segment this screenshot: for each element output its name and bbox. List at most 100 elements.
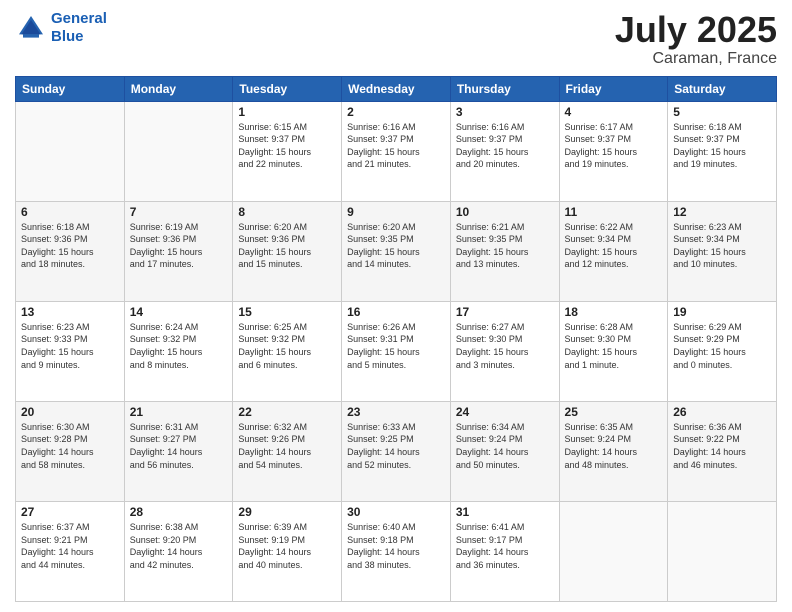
calendar-cell: 14Sunrise: 6:24 AM Sunset: 9:32 PM Dayli… bbox=[124, 301, 233, 401]
day-number: 3 bbox=[456, 105, 554, 119]
day-number: 17 bbox=[456, 305, 554, 319]
day-number: 25 bbox=[565, 405, 663, 419]
day-info: Sunrise: 6:41 AM Sunset: 9:17 PM Dayligh… bbox=[456, 521, 554, 571]
calendar-cell: 26 Sunrise: 6:36 AM Sunset: 9:22 PM Dayli… bbox=[668, 401, 777, 501]
day-info: Sunrise: 6:28 AM Sunset: 9:30 PM Dayligh… bbox=[565, 321, 663, 371]
day-number: 16 bbox=[347, 305, 445, 319]
weekday-header-row: SundayMondayTuesdayWednesdayThursdayFrid… bbox=[16, 76, 777, 101]
calendar-cell: 20Sunrise: 6:30 AM Sunset: 9:28 PM Dayli… bbox=[16, 401, 125, 501]
day-info: Sunrise: 6:32 AM Sunset: 9:26 PM Dayligh… bbox=[238, 421, 336, 471]
calendar-cell: 2 Sunrise: 6:16 AM Sunset: 9:37 PM Daylig… bbox=[342, 101, 451, 201]
calendar-cell: 21 Sunrise: 6:31 AM Sunset: 9:27 PM Dayli… bbox=[124, 401, 233, 501]
day-number: 18 bbox=[565, 305, 663, 319]
calendar-cell bbox=[16, 101, 125, 201]
calendar-cell bbox=[559, 501, 668, 601]
day-info: Sunrise: 6:40 AM Sunset: 9:18 PM Dayligh… bbox=[347, 521, 445, 571]
logo-text: General Blue bbox=[51, 10, 107, 46]
calendar-cell: 7 Sunrise: 6:19 AM Sunset: 9:36 PM Daylig… bbox=[124, 201, 233, 301]
day-info: Sunrise: 6:24 AM Sunset: 9:32 PM Dayligh… bbox=[130, 321, 228, 371]
calendar-cell: 28 Sunrise: 6:38 AM Sunset: 9:20 PM Dayli… bbox=[124, 501, 233, 601]
location-title: Caraman, France bbox=[615, 50, 777, 68]
calendar-cell: 4 Sunrise: 6:17 AM Sunset: 9:37 PM Daylig… bbox=[559, 101, 668, 201]
calendar-cell: 1 Sunrise: 6:15 AM Sunset: 9:37 PM Daylig… bbox=[233, 101, 342, 201]
week-row-4: 20Sunrise: 6:30 AM Sunset: 9:28 PM Dayli… bbox=[16, 401, 777, 501]
day-number: 15 bbox=[238, 305, 336, 319]
day-number: 5 bbox=[673, 105, 771, 119]
calendar-cell: 17 Sunrise: 6:27 AM Sunset: 9:30 PM Dayli… bbox=[450, 301, 559, 401]
day-info: Sunrise: 6:22 AM Sunset: 9:34 PM Dayligh… bbox=[565, 221, 663, 271]
calendar-cell: 18 Sunrise: 6:28 AM Sunset: 9:30 PM Dayli… bbox=[559, 301, 668, 401]
day-info: Sunrise: 6:20 AM Sunset: 9:35 PM Dayligh… bbox=[347, 221, 445, 271]
week-row-2: 6 Sunrise: 6:18 AM Sunset: 9:36 PM Daylig… bbox=[16, 201, 777, 301]
day-number: 2 bbox=[347, 105, 445, 119]
calendar-cell: 13Sunrise: 6:23 AM Sunset: 9:33 PM Dayli… bbox=[16, 301, 125, 401]
weekday-header-sunday: Sunday bbox=[16, 76, 125, 101]
day-info: Sunrise: 6:39 AM Sunset: 9:19 PM Dayligh… bbox=[238, 521, 336, 571]
weekday-header-tuesday: Tuesday bbox=[233, 76, 342, 101]
day-info: Sunrise: 6:26 AM Sunset: 9:31 PM Dayligh… bbox=[347, 321, 445, 371]
day-number: 26 bbox=[673, 405, 771, 419]
day-info: Sunrise: 6:19 AM Sunset: 9:36 PM Dayligh… bbox=[130, 221, 228, 271]
weekday-header-thursday: Thursday bbox=[450, 76, 559, 101]
day-info: Sunrise: 6:36 AM Sunset: 9:22 PM Dayligh… bbox=[673, 421, 771, 471]
day-number: 27 bbox=[21, 505, 119, 519]
weekday-header-monday: Monday bbox=[124, 76, 233, 101]
day-info: Sunrise: 6:16 AM Sunset: 9:37 PM Dayligh… bbox=[456, 121, 554, 171]
calendar-cell: 30 Sunrise: 6:40 AM Sunset: 9:18 PM Dayli… bbox=[342, 501, 451, 601]
header: General Blue July 2025 Caraman, France bbox=[15, 10, 777, 68]
calendar-cell bbox=[668, 501, 777, 601]
day-info: Sunrise: 6:38 AM Sunset: 9:20 PM Dayligh… bbox=[130, 521, 228, 571]
day-number: 4 bbox=[565, 105, 663, 119]
day-info: Sunrise: 6:25 AM Sunset: 9:32 PM Dayligh… bbox=[238, 321, 336, 371]
calendar-cell bbox=[124, 101, 233, 201]
calendar-cell: 8Sunrise: 6:20 AM Sunset: 9:36 PM Daylig… bbox=[233, 201, 342, 301]
calendar-cell: 12Sunrise: 6:23 AM Sunset: 9:34 PM Dayli… bbox=[668, 201, 777, 301]
day-number: 13 bbox=[21, 305, 119, 319]
day-number: 19 bbox=[673, 305, 771, 319]
day-info: Sunrise: 6:17 AM Sunset: 9:37 PM Dayligh… bbox=[565, 121, 663, 171]
day-number: 1 bbox=[238, 105, 336, 119]
calendar-cell: 24Sunrise: 6:34 AM Sunset: 9:24 PM Dayli… bbox=[450, 401, 559, 501]
day-info: Sunrise: 6:31 AM Sunset: 9:27 PM Dayligh… bbox=[130, 421, 228, 471]
day-info: Sunrise: 6:27 AM Sunset: 9:30 PM Dayligh… bbox=[456, 321, 554, 371]
weekday-header-saturday: Saturday bbox=[668, 76, 777, 101]
calendar-cell: 25 Sunrise: 6:35 AM Sunset: 9:24 PM Dayli… bbox=[559, 401, 668, 501]
day-number: 6 bbox=[21, 205, 119, 219]
week-row-3: 13Sunrise: 6:23 AM Sunset: 9:33 PM Dayli… bbox=[16, 301, 777, 401]
weekday-header-friday: Friday bbox=[559, 76, 668, 101]
calendar-cell: 23Sunrise: 6:33 AM Sunset: 9:25 PM Dayli… bbox=[342, 401, 451, 501]
day-info: Sunrise: 6:20 AM Sunset: 9:36 PM Dayligh… bbox=[238, 221, 336, 271]
day-info: Sunrise: 6:23 AM Sunset: 9:34 PM Dayligh… bbox=[673, 221, 771, 271]
calendar-cell: 27Sunrise: 6:37 AM Sunset: 9:21 PM Dayli… bbox=[16, 501, 125, 601]
day-number: 30 bbox=[347, 505, 445, 519]
day-number: 10 bbox=[456, 205, 554, 219]
day-info: Sunrise: 6:18 AM Sunset: 9:36 PM Dayligh… bbox=[21, 221, 119, 271]
calendar-cell: 11 Sunrise: 6:22 AM Sunset: 9:34 PM Dayli… bbox=[559, 201, 668, 301]
day-number: 11 bbox=[565, 205, 663, 219]
day-info: Sunrise: 6:15 AM Sunset: 9:37 PM Dayligh… bbox=[238, 121, 336, 171]
day-number: 21 bbox=[130, 405, 228, 419]
calendar-table: SundayMondayTuesdayWednesdayThursdayFrid… bbox=[15, 76, 777, 602]
calendar-cell: 9 Sunrise: 6:20 AM Sunset: 9:35 PM Daylig… bbox=[342, 201, 451, 301]
day-info: Sunrise: 6:35 AM Sunset: 9:24 PM Dayligh… bbox=[565, 421, 663, 471]
day-info: Sunrise: 6:33 AM Sunset: 9:25 PM Dayligh… bbox=[347, 421, 445, 471]
month-title: July 2025 bbox=[615, 10, 777, 50]
page: General Blue July 2025 Caraman, France S… bbox=[0, 0, 792, 612]
day-info: Sunrise: 6:29 AM Sunset: 9:29 PM Dayligh… bbox=[673, 321, 771, 371]
day-number: 31 bbox=[456, 505, 554, 519]
weekday-header-wednesday: Wednesday bbox=[342, 76, 451, 101]
day-number: 7 bbox=[130, 205, 228, 219]
calendar-cell: 19 Sunrise: 6:29 AM Sunset: 9:29 PM Dayli… bbox=[668, 301, 777, 401]
day-number: 28 bbox=[130, 505, 228, 519]
day-number: 29 bbox=[238, 505, 336, 519]
logo: General Blue bbox=[15, 10, 107, 46]
calendar-cell: 31 Sunrise: 6:41 AM Sunset: 9:17 PM Dayli… bbox=[450, 501, 559, 601]
week-row-1: 1 Sunrise: 6:15 AM Sunset: 9:37 PM Daylig… bbox=[16, 101, 777, 201]
week-row-5: 27Sunrise: 6:37 AM Sunset: 9:21 PM Dayli… bbox=[16, 501, 777, 601]
calendar-cell: 6 Sunrise: 6:18 AM Sunset: 9:36 PM Daylig… bbox=[16, 201, 125, 301]
calendar-cell: 3 Sunrise: 6:16 AM Sunset: 9:37 PM Daylig… bbox=[450, 101, 559, 201]
logo-icon bbox=[15, 12, 47, 44]
day-info: Sunrise: 6:16 AM Sunset: 9:37 PM Dayligh… bbox=[347, 121, 445, 171]
calendar-cell: 16 Sunrise: 6:26 AM Sunset: 9:31 PM Dayli… bbox=[342, 301, 451, 401]
day-number: 9 bbox=[347, 205, 445, 219]
